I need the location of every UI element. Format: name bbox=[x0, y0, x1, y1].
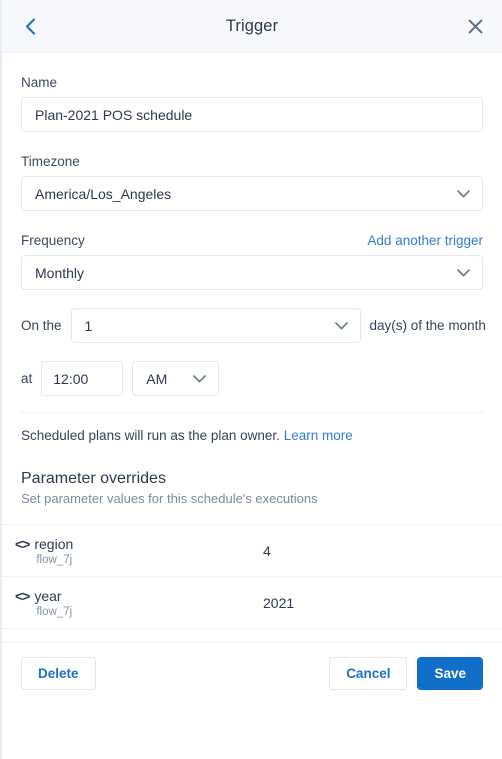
parameter-overrides-subtitle: Set parameter values for this schedule's… bbox=[21, 491, 318, 506]
frequency-select[interactable]: Monthly bbox=[21, 255, 483, 290]
trigger-panel: Trigger Name Timezone America/Los_Angele… bbox=[0, 0, 502, 759]
chevron-down-icon bbox=[193, 374, 207, 382]
chevron-down-icon bbox=[334, 321, 348, 329]
close-icon bbox=[468, 19, 482, 33]
parameter-overrides-title: Parameter overrides bbox=[21, 470, 166, 487]
add-another-trigger-link[interactable]: Add another trigger bbox=[367, 233, 483, 248]
code-brackets-icon: <> bbox=[15, 588, 30, 604]
day-of-month-select[interactable]: 1 bbox=[70, 308, 361, 343]
save-button[interactable]: Save bbox=[417, 657, 483, 690]
meridiem-select[interactable]: AM bbox=[132, 361, 220, 396]
code-brackets-icon: <> bbox=[15, 536, 30, 552]
delete-button[interactable]: Delete bbox=[21, 657, 96, 690]
parameter-name: region bbox=[34, 536, 74, 552]
panel-footer: Delete Cancel Save bbox=[2, 642, 502, 704]
day-of-month-suffix: day(s) of the month bbox=[369, 318, 486, 333]
parameter-overrides-header: Parameter overrides Set parameter values… bbox=[21, 443, 483, 506]
page-title: Trigger bbox=[225, 16, 279, 35]
footer-actions: Cancel Save bbox=[329, 657, 483, 690]
day-of-month-prefix: On the bbox=[21, 318, 62, 333]
parameter-list-bottom-divider bbox=[2, 628, 502, 629]
owner-note-text: Scheduled plans will run as the plan own… bbox=[21, 428, 280, 443]
cancel-button[interactable]: Cancel bbox=[329, 657, 408, 690]
panel-header: Trigger bbox=[2, 0, 502, 53]
timezone-value: America/Los_Angeles bbox=[35, 185, 172, 202]
time-prefix: at bbox=[21, 371, 33, 386]
table-row[interactable]: <> region flow_7j 4 bbox=[2, 525, 502, 576]
parameter-name: year bbox=[34, 588, 62, 604]
parameter-identity: <> year flow_7j bbox=[15, 588, 263, 618]
chevron-down-icon bbox=[457, 268, 470, 276]
frequency-label: Frequency bbox=[21, 233, 85, 248]
parameter-source: flow_7j bbox=[36, 554, 73, 566]
learn-more-link[interactable]: Learn more bbox=[284, 428, 353, 443]
day-of-month-value: 1 bbox=[84, 317, 93, 334]
chevron-left-icon bbox=[25, 17, 35, 35]
timezone-label: Timezone bbox=[21, 154, 80, 169]
close-button[interactable] bbox=[460, 11, 490, 41]
parameter-identity: <> region flow_7j bbox=[15, 536, 263, 566]
owner-note: Scheduled plans will run as the plan own… bbox=[21, 413, 483, 443]
table-row[interactable]: <> year flow_7j 2021 bbox=[2, 577, 502, 628]
parameter-value[interactable]: 4 bbox=[263, 536, 271, 560]
panel-body: Name Timezone America/Los_Angeles Freque… bbox=[2, 53, 502, 506]
name-label: Name bbox=[21, 75, 58, 90]
chevron-down-icon bbox=[457, 189, 470, 197]
parameter-value[interactable]: 2021 bbox=[263, 588, 294, 612]
parameter-source: flow_7j bbox=[36, 606, 73, 618]
timezone-select[interactable]: America/Los_Angeles bbox=[21, 176, 483, 211]
frequency-value: Monthly bbox=[35, 264, 85, 281]
frequency-label-row: Frequency Add another trigger bbox=[21, 233, 483, 248]
time-input[interactable] bbox=[41, 361, 124, 396]
time-row: at AM bbox=[21, 361, 483, 396]
back-button[interactable] bbox=[15, 11, 45, 41]
name-input[interactable] bbox=[21, 97, 483, 132]
day-of-month-row: On the 1 day(s) of the month bbox=[21, 308, 486, 343]
meridiem-value: AM bbox=[146, 370, 168, 387]
